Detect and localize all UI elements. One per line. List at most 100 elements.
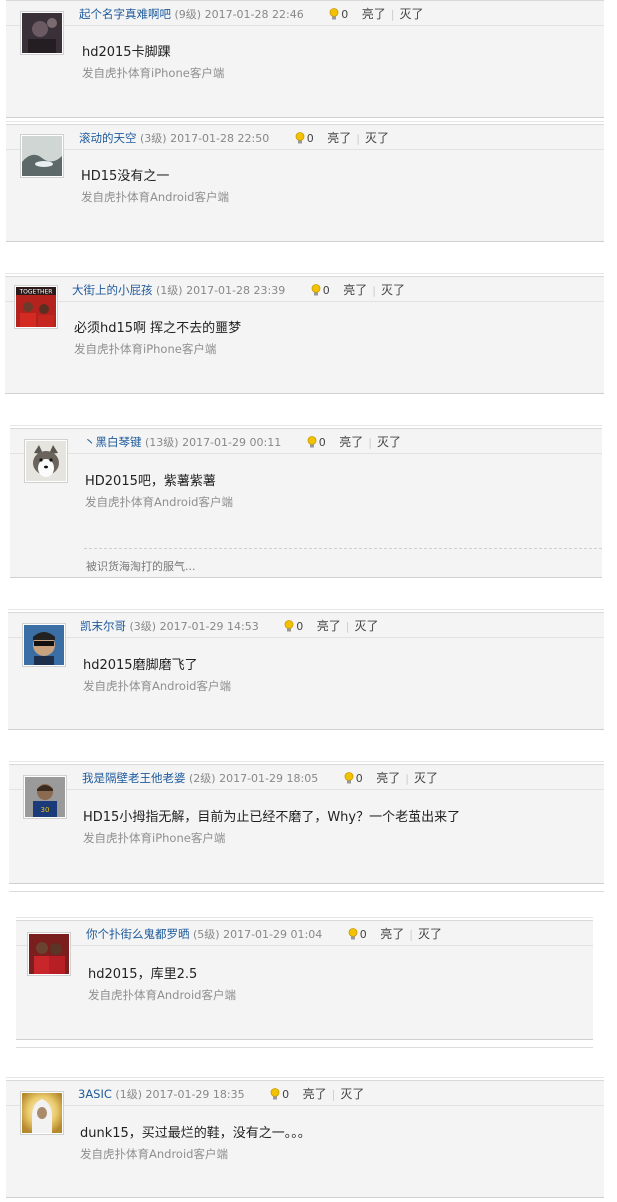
post-time: 2017-01-29 14:53 [159, 620, 259, 633]
post-time: 2017-01-29 00:11 [182, 436, 282, 449]
lightbulb-icon [311, 284, 321, 296]
client-source: 发自虎扑体育iPhone客户端 [74, 342, 217, 356]
comment-card: 3ASIC (1级) 2017-01-29 18:35 0 亮了 | 灭了 dunk… [6, 1077, 604, 1198]
separator: | [331, 1088, 336, 1101]
like-button[interactable]: 亮了 [343, 283, 367, 297]
username-link[interactable]: 大街上的小屁孩 [72, 283, 153, 297]
comment-card: 凯末尔哥 (3级) 2017-01-29 14:53 0 亮了 | 灭了 hd201… [8, 609, 604, 730]
comment-text: 必须hd15啊 挥之不去的噩梦 [74, 321, 242, 336]
avatar[interactable] [24, 439, 68, 483]
post-time: 2017-01-29 18:35 [145, 1088, 245, 1101]
bury-button[interactable]: 灭了 [354, 619, 378, 633]
client-source: 发自虎扑体育iPhone客户端 [82, 66, 225, 80]
quoted-reply[interactable]: 被识货海淘打的服气... [86, 558, 196, 574]
bury-button[interactable]: 灭了 [365, 131, 389, 145]
comment-meta: 凯末尔哥 (3级) 2017-01-29 14:53 0 亮了 | 灭了 [80, 617, 378, 634]
post-time: 2017-01-28 22:46 [204, 8, 304, 21]
avatar[interactable] [20, 134, 64, 178]
bury-button[interactable]: 灭了 [340, 1087, 364, 1101]
client-source: 发自虎扑体育Android客户端 [85, 495, 233, 509]
lightbulb-icon [344, 772, 354, 784]
comment-card: 丶黑白琴键 (13级) 2017-01-29 00:11 0 亮了 | 灭了 HD2… [10, 425, 602, 578]
avatar[interactable] [22, 623, 66, 667]
svg-text:TOGETHER: TOGETHER [19, 289, 53, 296]
comment-text: HD2015吧，紫薯紫薯 [85, 474, 216, 489]
user-level: (3级) [129, 620, 157, 633]
comment-meta: 你个扑街么鬼都罗晒 (5级) 2017-01-29 01:04 0 亮了 | 灭了 [86, 925, 442, 942]
player-photo-icon: 30 [25, 777, 65, 817]
comment-meta: 丶黑白琴键 (13级) 2017-01-29 00:11 0 亮了 | 灭了 [84, 433, 401, 450]
separator: | [368, 436, 372, 449]
lightbulb-icon [307, 436, 317, 448]
username-link[interactable]: 丶黑白琴键 [84, 435, 142, 449]
separator: | [405, 772, 409, 785]
avatar[interactable] [20, 11, 64, 55]
lightbulb-icon [348, 928, 358, 940]
user-level: (3级) [140, 132, 167, 145]
like-button[interactable]: 亮了 [339, 435, 363, 449]
bury-button[interactable]: 灭了 [414, 771, 438, 785]
comment-meta: 我是隔壁老王他老婆 (2级) 2017-01-29 18:05 0 亮了 | 灭了 [82, 769, 438, 786]
username-link[interactable]: 我是隔壁老王他老婆 [82, 771, 186, 785]
hooded-figure-icon [22, 1093, 62, 1133]
light-count: 0 [341, 8, 349, 21]
landscape-photo-icon [22, 136, 62, 176]
post-time: 2017-01-28 23:39 [186, 284, 286, 297]
like-button[interactable]: 亮了 [362, 7, 386, 21]
bury-button[interactable]: 灭了 [381, 283, 405, 297]
username-link[interactable]: 起个名字真难啊吧 [79, 7, 171, 21]
light-count: 0 [282, 1088, 290, 1101]
light-count: 0 [318, 436, 326, 449]
lightbulb-icon [284, 620, 294, 632]
light-count: 0 [296, 620, 304, 633]
comment-text: hd2015磨脚磨飞了 [83, 658, 198, 673]
like-button[interactable]: 亮了 [376, 771, 400, 785]
avatar[interactable] [27, 932, 71, 976]
username-link[interactable]: 你个扑街么鬼都罗晒 [86, 927, 190, 941]
client-source: 发自虎扑体育Android客户端 [83, 679, 231, 693]
reply-divider [84, 548, 602, 549]
user-level: (9级) [174, 8, 202, 21]
avatar[interactable]: TOGETHER [14, 285, 58, 329]
separator: | [356, 132, 360, 145]
like-button[interactable]: 亮了 [317, 619, 341, 633]
separator: | [345, 620, 350, 633]
comment-meta: 起个名字真难啊吧 (9级) 2017-01-28 22:46 0 亮了 | 灭了 [79, 5, 423, 22]
comment-text: hd2015，库里2.5 [88, 967, 198, 982]
like-button[interactable]: 亮了 [327, 131, 351, 145]
light-count: 0 [355, 772, 363, 785]
comment-meta: 大街上的小屁孩 (1级) 2017-01-28 23:39 0 亮了 | 灭了 [72, 281, 405, 298]
avatar[interactable]: 30 [23, 775, 67, 819]
light-count: 0 [359, 928, 367, 941]
post-time: 2017-01-29 18:05 [219, 772, 319, 785]
dark-portrait-icon [22, 13, 62, 53]
client-source: 发自虎扑体育Android客户端 [81, 190, 229, 204]
post-time: 2017-01-29 01:04 [223, 928, 323, 941]
lightbulb-icon [270, 1088, 280, 1100]
comment-card: 滚动的天空 (3级) 2017-01-28 22:50 0 亮了 | 灭了 HD15… [6, 121, 604, 242]
username-link[interactable]: 3ASIC [78, 1087, 112, 1101]
like-button[interactable]: 亮了 [303, 1087, 327, 1101]
svg-text:30: 30 [41, 806, 50, 814]
comment-text: HD15没有之一 [81, 169, 170, 184]
username-link[interactable]: 滚动的天空 [79, 131, 137, 145]
user-level: (5级) [193, 928, 220, 941]
bury-button[interactable]: 灭了 [418, 927, 442, 941]
husky-dog-icon [26, 441, 66, 481]
comment-card: TOGETHER 大街上的小屁孩 (1级) 2017-01-28 23:39 0… [5, 273, 604, 394]
light-count: 0 [306, 132, 314, 145]
bury-button[interactable]: 灭了 [399, 7, 423, 21]
client-source: 发自虎扑体育Android客户端 [80, 1147, 228, 1161]
comment-meta: 3ASIC (1级) 2017-01-29 18:35 0 亮了 | 灭了 [78, 1085, 364, 1102]
username-link[interactable]: 凯末尔哥 [80, 619, 126, 633]
comment-text: hd2015卡脚踝 [82, 45, 171, 60]
post-time: 2017-01-28 22:50 [170, 132, 270, 145]
light-count: 0 [322, 284, 330, 297]
like-button[interactable]: 亮了 [380, 927, 404, 941]
bury-button[interactable]: 灭了 [377, 435, 401, 449]
sunglasses-portrait-icon [24, 625, 64, 665]
lightbulb-icon [329, 8, 339, 20]
players-photo-icon [29, 934, 69, 974]
red-jersey-photo-icon: TOGETHER [16, 287, 56, 327]
avatar[interactable] [20, 1091, 64, 1135]
